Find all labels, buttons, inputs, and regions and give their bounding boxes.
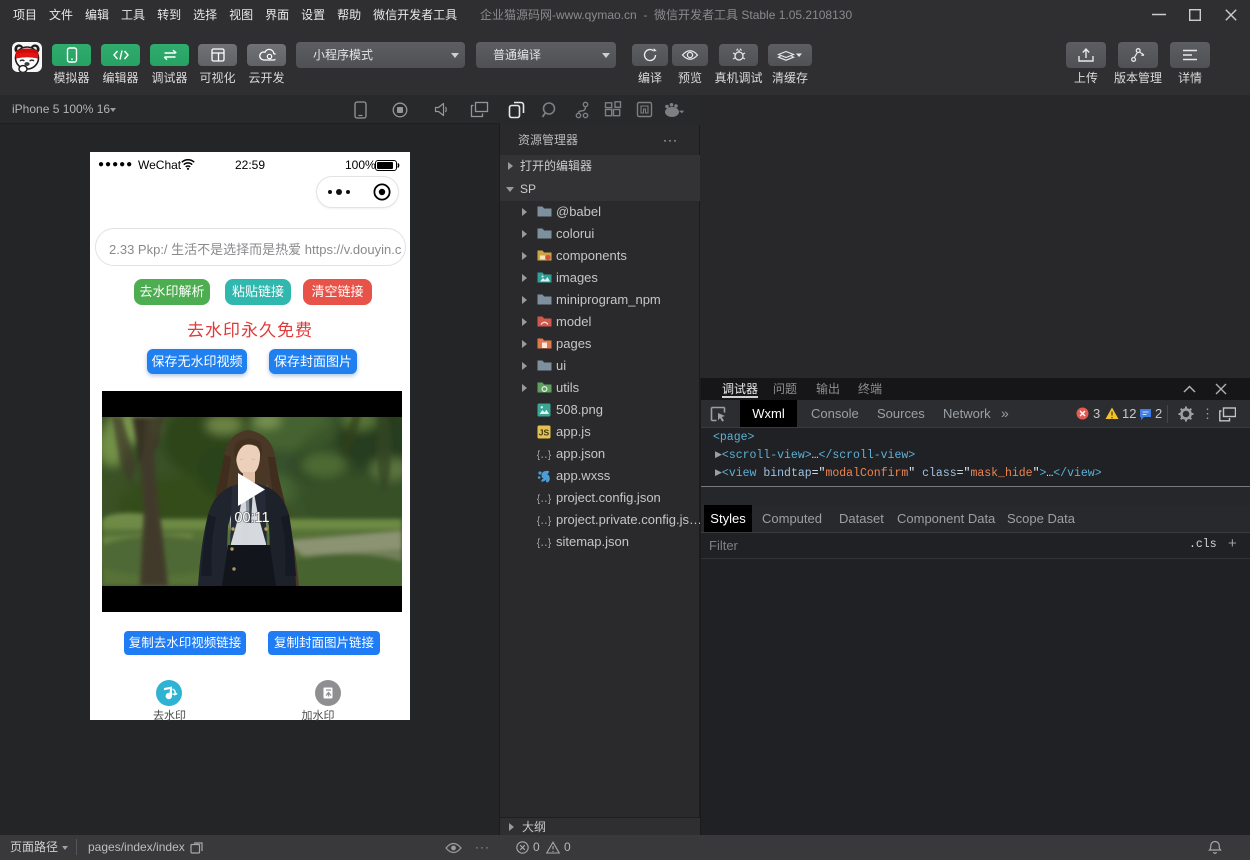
- svg-text:JS: JS: [539, 428, 550, 438]
- svg-text:{..}: {..}: [537, 516, 552, 527]
- svg-text:00:11: 00:11: [234, 510, 269, 526]
- svg-text:{..}: {..}: [537, 450, 552, 461]
- svg-text:{..}: {..}: [537, 494, 552, 505]
- svg-text:{..}: {..}: [537, 538, 552, 549]
